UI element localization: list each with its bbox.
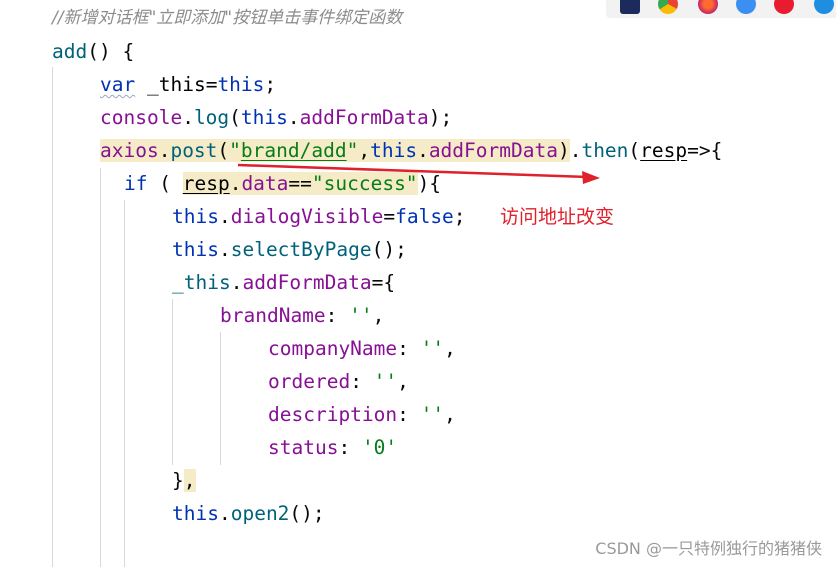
opera-icon[interactable] (774, 0, 794, 14)
edge-icon[interactable] (814, 0, 834, 14)
watermark: CSDN @一只特例独行的猪猪侠 (595, 539, 822, 558)
chrome-icon[interactable] (658, 0, 678, 14)
annotation-arrow (237, 163, 600, 184)
jetbrains-icon[interactable] (620, 0, 640, 14)
annotation-text: 访问地址改变 (500, 206, 615, 228)
safari-icon[interactable] (736, 0, 756, 14)
firefox-icon[interactable] (698, 0, 718, 14)
browser-icon-bar (606, 0, 836, 18)
